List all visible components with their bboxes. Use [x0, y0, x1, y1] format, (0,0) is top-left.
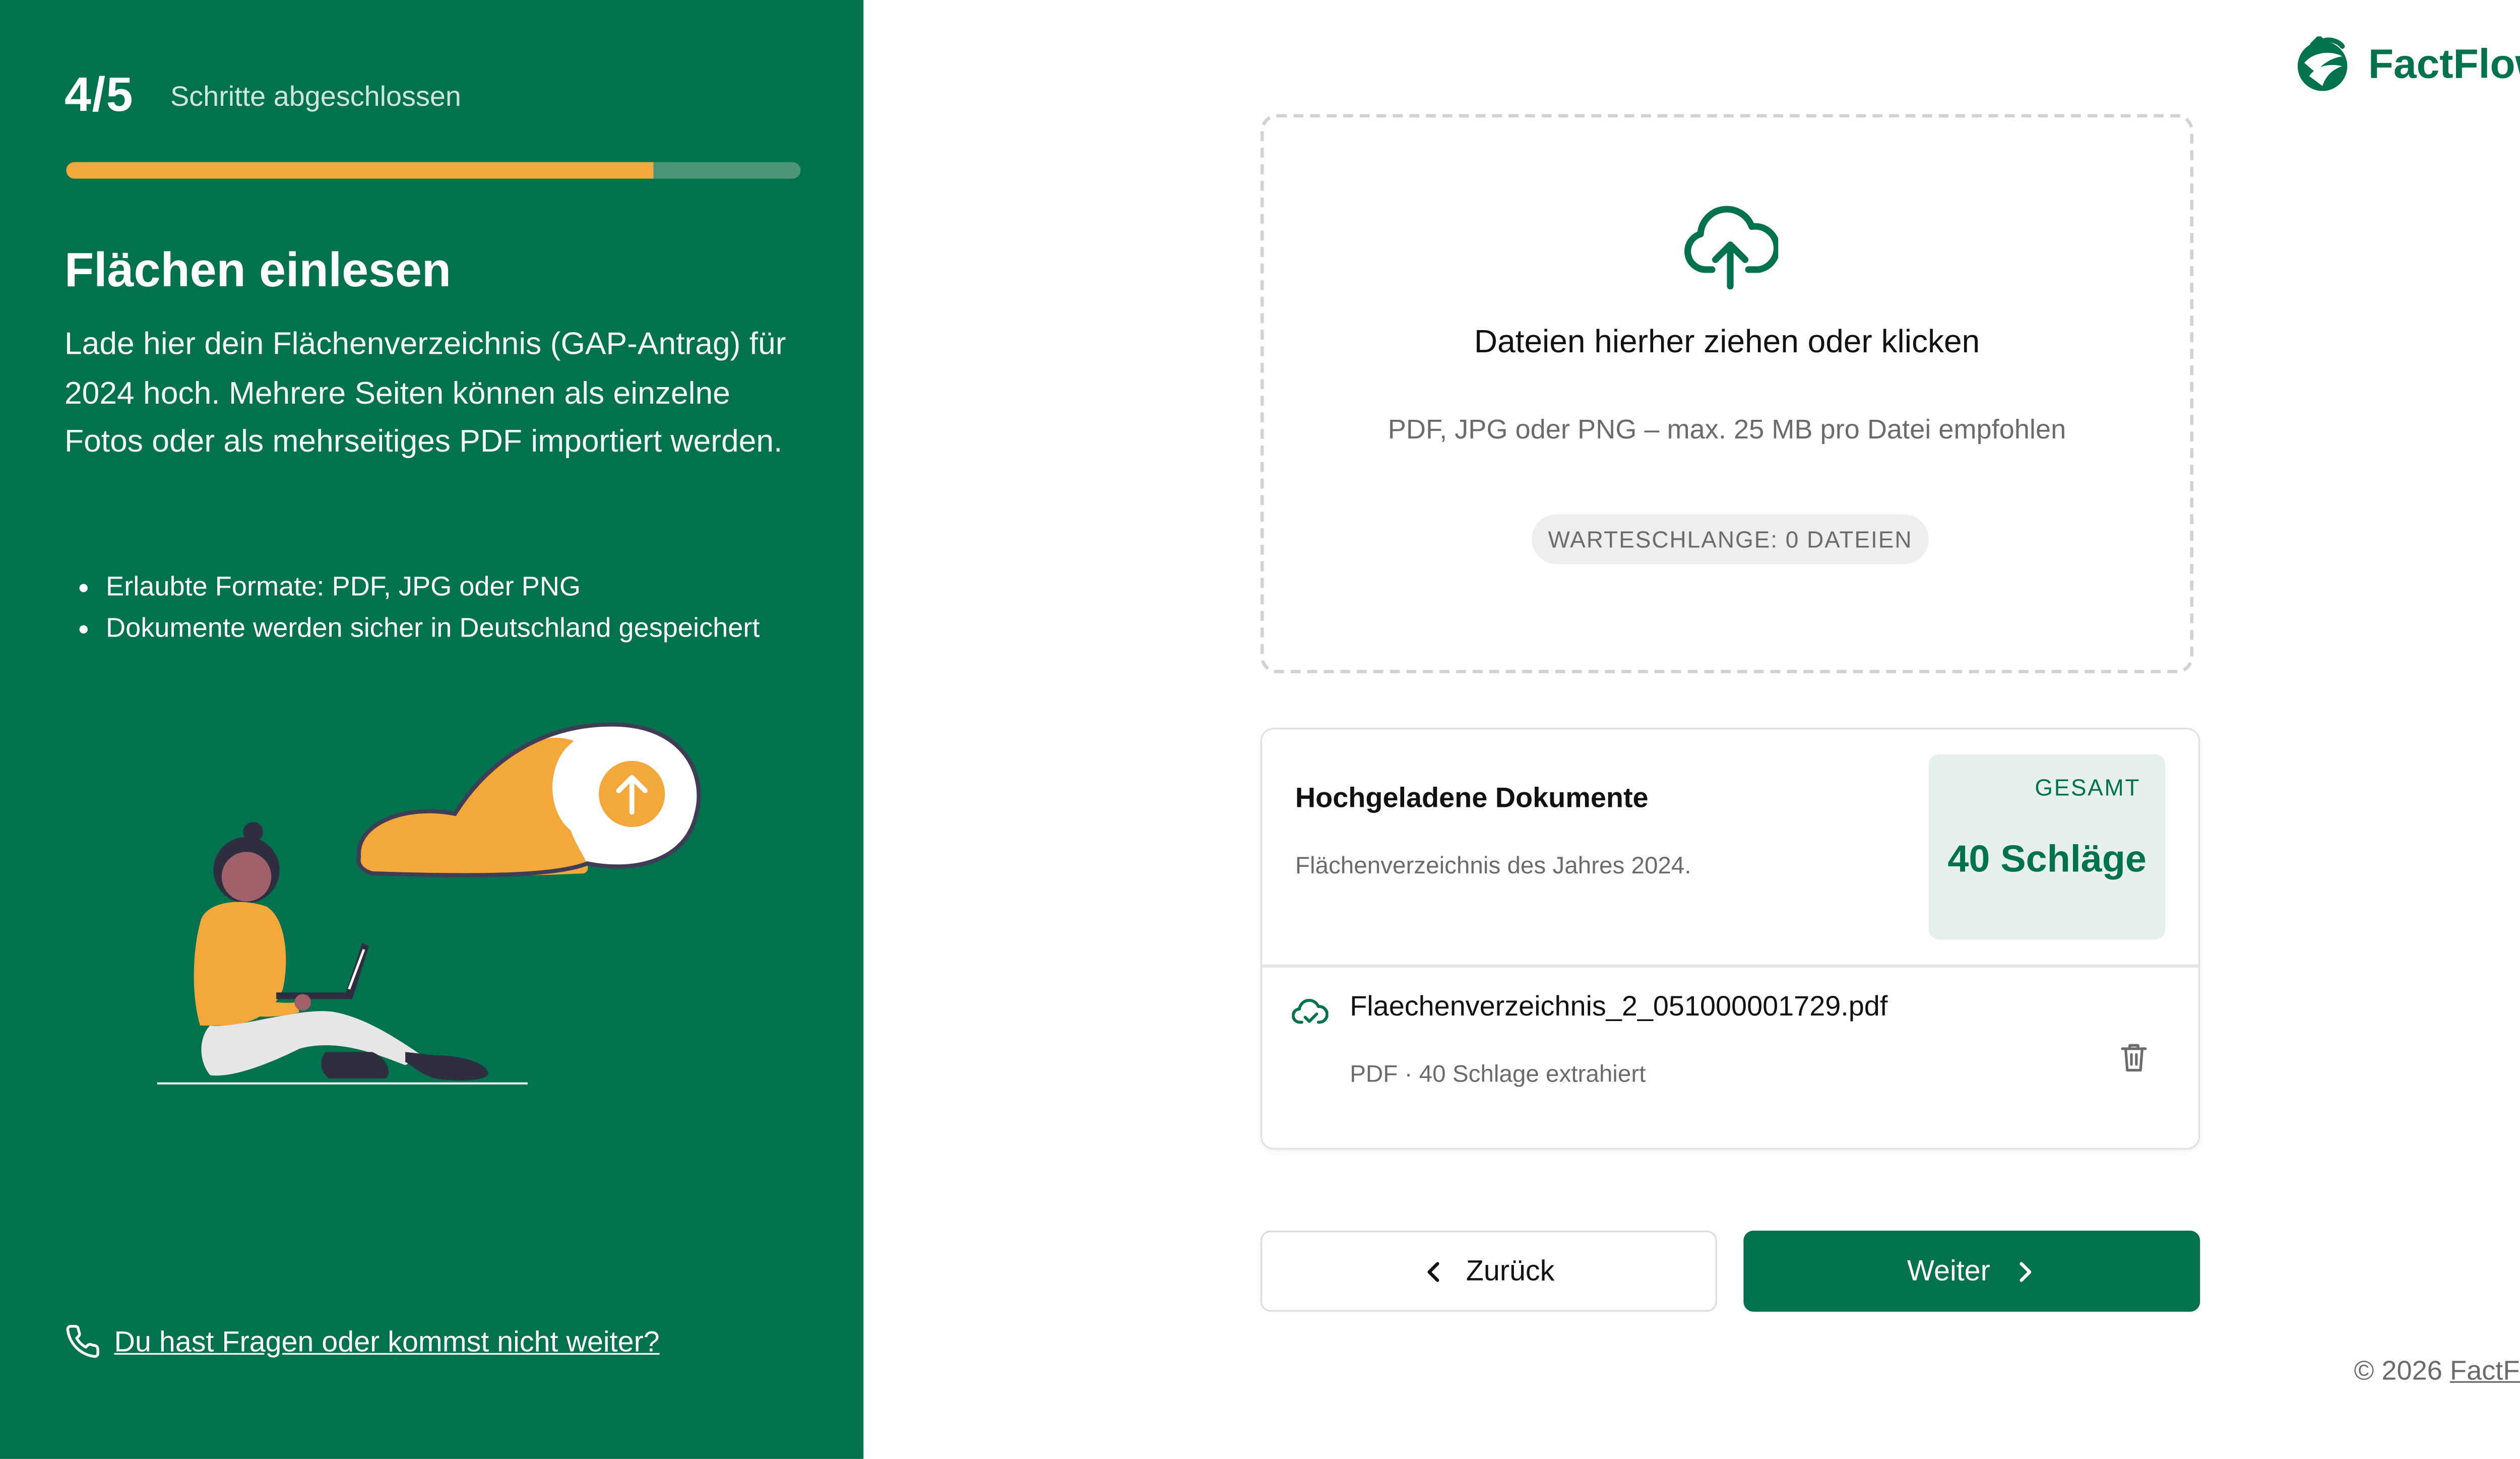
next-button-label: Weiter	[1907, 1253, 1990, 1287]
bullet-item: Dokumente werden sicher in Deutschland g…	[106, 609, 760, 650]
trash-icon[interactable]	[2116, 1039, 2152, 1075]
total-value: 40 Schläge	[1947, 837, 2147, 880]
file-meta: PDF · 40 Schlage extrahiert	[1350, 1062, 1646, 1089]
upload-illustration	[157, 722, 701, 1085]
sidebar-panel: 4/5 Schritte abgeschlossen Flächen einle…	[0, 0, 864, 1459]
dropzone-title: Dateien hierher ziehen oder klicken	[1474, 324, 1980, 361]
step-bullet-list: Erlaubte Formate: PDF, JPG oder PNG Doku…	[65, 567, 760, 650]
brand-logo[interactable]: FactFlow	[2292, 36, 2520, 93]
back-button[interactable]: Zurück	[1260, 1230, 1717, 1312]
total-summary: GESAMT 40 Schläge	[1928, 754, 2166, 940]
cloud-upload-icon	[1684, 206, 1779, 290]
progress-bar	[66, 162, 801, 179]
file-dropzone[interactable]: Dateien hierher ziehen oder klicken PDF,…	[1260, 114, 2194, 673]
documents-subtitle: Flächenverzeichnis des Jahres 2024.	[1295, 853, 1691, 880]
copyright: © 2026 FactFlow	[2354, 1356, 2520, 1387]
step-description: Lade hier dein Flächenverzeichnis (GAP-A…	[65, 327, 786, 461]
brand-name: FactFlow	[2368, 40, 2520, 87]
file-name: Flaechenverzeichnis_2_051000001729.pdf	[1350, 990, 1888, 1023]
uploaded-documents-card: Hochgeladene Dokumente Flächenverzeichni…	[1260, 728, 2200, 1150]
cloud-check-icon	[1292, 999, 1329, 1024]
copyright-link[interactable]: FactFlow	[2450, 1356, 2520, 1386]
help-link-label[interactable]: Du hast Fragen oder kommst nicht weiter?	[114, 1324, 659, 1359]
dropzone-hint: PDF, JPG oder PNG – max. 25 MB pro Datei…	[1388, 415, 2066, 445]
step-title: Flächen einlesen	[65, 244, 452, 298]
queue-badge: WARTESCHLANGE: 0 DATEIEN	[1532, 514, 1929, 564]
back-button-label: Zurück	[1466, 1253, 1555, 1287]
divider	[1262, 964, 2198, 967]
next-button[interactable]: Weiter	[1743, 1230, 2200, 1312]
chevron-left-icon	[1428, 1261, 1440, 1281]
progress-count: 4/5	[65, 69, 134, 122]
documents-title: Hochgeladene Dokumente	[1295, 782, 1649, 814]
factflow-logo-icon	[2297, 36, 2347, 91]
progress-bar-fill	[66, 162, 654, 179]
bullet-item: Erlaubte Formate: PDF, JPG oder PNG	[106, 567, 760, 609]
copyright-prefix: © 2026	[2354, 1356, 2442, 1386]
progress-label: Schritte abgeschlossen	[170, 81, 461, 113]
help-link[interactable]: Du hast Fragen oder kommst nicht weiter?	[65, 1323, 660, 1360]
phone-icon	[66, 1324, 99, 1358]
chevron-right-icon	[2020, 1261, 2032, 1281]
total-label: GESAMT	[2035, 774, 2141, 801]
